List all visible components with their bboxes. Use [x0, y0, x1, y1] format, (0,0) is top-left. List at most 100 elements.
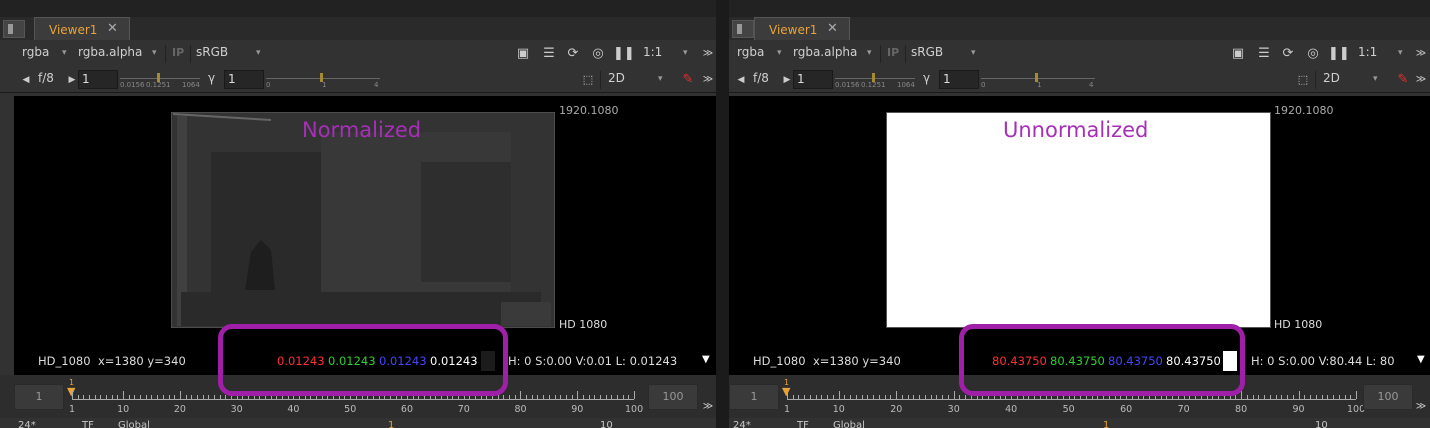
collapse-icon[interactable]: ≫ [700, 46, 716, 62]
timeline-tick [588, 395, 590, 399]
timeline-tick [821, 395, 823, 399]
exposure-toolbar: ◀ f/8 ▶ 1 0.0156 0.1251 1064 γ 1 0 1 4 ⬚… [0, 67, 716, 93]
gamma-label: γ [208, 71, 216, 85]
fstop-label[interactable]: f/8 [753, 71, 769, 89]
tab-viewer1[interactable]: Viewer1 ✕ [754, 17, 850, 40]
in-point-field[interactable]: 1 [14, 384, 64, 410]
refresh-icon[interactable]: ⟳ [1280, 46, 1296, 62]
ip-button[interactable]: IP [887, 46, 899, 59]
time-mode-dropdown[interactable]: TF [82, 420, 94, 428]
pause-icon[interactable]: ❚❚ [613, 46, 635, 62]
timeline-tick [531, 395, 533, 399]
fps-dropdown[interactable]: 24* [733, 420, 751, 428]
gamma-input[interactable]: 1 [224, 70, 264, 89]
list-icon[interactable]: ☰ [541, 46, 557, 62]
slider-track [120, 78, 200, 79]
target-icon[interactable]: ◎ [590, 46, 606, 62]
info-menu-icon[interactable]: ▼ [702, 354, 710, 365]
out-point-field[interactable]: 100 [648, 384, 698, 410]
timeline-label: 20 [173, 404, 186, 415]
timeline-tick [1292, 395, 1294, 399]
zoom-dropdown[interactable]: 1:1 ▾ [1358, 45, 1406, 63]
gamma-slider[interactable]: 0 1 4 [981, 70, 1095, 91]
target-icon[interactable]: ◎ [1305, 46, 1321, 62]
channel-select-dropdown[interactable]: rgba.alpha ▾ [793, 45, 875, 63]
channels-dropdown[interactable]: rgba ▾ [737, 45, 785, 63]
timeline-tick [1310, 395, 1312, 399]
viewer-lut-dropdown[interactable]: sRGB ▾ [196, 45, 266, 63]
frame-field[interactable]: 1 [388, 420, 394, 428]
time-mode-dropdown[interactable]: TF [797, 420, 809, 428]
gain-slider[interactable]: 0.0156 0.1251 1064 [120, 70, 200, 91]
timeline-tick [861, 395, 863, 399]
timeline-tick [1333, 395, 1334, 399]
range-dropdown[interactable]: Global [833, 420, 865, 428]
gain-input[interactable]: 1 [78, 70, 118, 89]
viewer-pane-left: Viewer1 ✕ rgba ▾ rgba.alpha ▾ IP sRGB ▾ ▣ ☰… [0, 0, 716, 428]
step-field[interactable]: 10 [1315, 420, 1328, 428]
monitor-icon[interactable]: ▣ [515, 46, 531, 62]
list-icon[interactable]: ☰ [1256, 46, 1272, 62]
roi-icon[interactable]: ⬚ [1295, 72, 1311, 88]
collapse-icon[interactable]: ≫ [700, 72, 716, 88]
timeline-label: 50 [344, 404, 357, 415]
chevron-down-icon: ▾ [683, 48, 688, 58]
pause-icon[interactable]: ❚❚ [1328, 46, 1350, 62]
close-icon[interactable]: ✕ [827, 21, 838, 36]
hsvl-readout: H: 0 S:0.00 V:0.01 L: 0.01243 [508, 354, 678, 368]
collapse-icon[interactable]: ≫ [700, 399, 716, 415]
in-point-field[interactable]: 1 [729, 384, 779, 410]
info-menu-icon[interactable]: ▼ [1417, 354, 1425, 365]
gain-input[interactable]: 1 [793, 70, 833, 89]
tab-viewer1[interactable]: Viewer1 ✕ [34, 17, 130, 40]
tick-label: 0 [981, 81, 986, 89]
timeline-tick [219, 395, 221, 399]
timeline-tick [1252, 395, 1254, 399]
out-point-field[interactable]: 100 [1363, 384, 1413, 410]
paint-icon[interactable]: ✎ [680, 72, 696, 88]
pane-menu-icon[interactable] [3, 20, 25, 38]
channels-dropdown[interactable]: rgba ▾ [22, 45, 70, 63]
monitor-icon[interactable]: ▣ [1230, 46, 1246, 62]
paint-icon[interactable]: ✎ [1395, 72, 1411, 88]
timeline-tick [1235, 395, 1237, 399]
close-icon[interactable]: ✕ [107, 21, 118, 36]
fstop-label[interactable]: f/8 [38, 71, 54, 89]
viewer-lut-dropdown[interactable]: sRGB ▾ [911, 45, 981, 63]
view-mode-value: 2D [1323, 71, 1340, 85]
timeline-label: 60 [1120, 404, 1133, 415]
timeline-tick [804, 395, 806, 399]
gamma-slider[interactable]: 0 1 4 [266, 70, 380, 91]
view-mode-dropdown[interactable]: 2D ▾ [608, 71, 666, 89]
arrow-left-icon[interactable]: ◀ [733, 72, 749, 88]
timeline-tick [792, 395, 794, 399]
zoom-dropdown[interactable]: 1:1 ▾ [643, 45, 691, 63]
timeline-tick [526, 395, 528, 399]
gain-slider[interactable]: 0.0156 0.1251 1064 [835, 70, 915, 91]
annotation-label: Unnormalized [1003, 118, 1149, 142]
viewer-canvas[interactable]: 1920.1080 HD 1080 Unnormalized [729, 96, 1430, 347]
collapse-icon[interactable]: ≫ [1413, 46, 1429, 62]
gamma-input[interactable]: 1 [939, 70, 979, 89]
depth-image [171, 112, 555, 328]
timeline-tick [208, 395, 210, 399]
timeline-label: 70 [457, 404, 470, 415]
range-dropdown[interactable]: Global [118, 420, 150, 428]
step-field[interactable]: 10 [600, 420, 613, 428]
tick-label: 0.1251 [861, 81, 886, 89]
frame-field[interactable]: 1 [1103, 420, 1109, 428]
fps-dropdown[interactable]: 24* [18, 420, 36, 428]
timeline-tick [174, 395, 176, 399]
channel-select-dropdown[interactable]: rgba.alpha ▾ [78, 45, 160, 63]
view-mode-dropdown[interactable]: 2D ▾ [1323, 71, 1381, 89]
ip-button[interactable]: IP [172, 46, 184, 59]
roi-icon[interactable]: ⬚ [580, 72, 596, 88]
arrow-left-icon[interactable]: ◀ [18, 72, 34, 88]
refresh-icon[interactable]: ⟳ [565, 46, 581, 62]
collapse-icon[interactable]: ≫ [1413, 399, 1429, 415]
timeline-tick [901, 395, 903, 399]
collapse-icon[interactable]: ≫ [1413, 72, 1429, 88]
timeline-label: 70 [1177, 404, 1190, 415]
pane-menu-icon[interactable] [732, 20, 754, 38]
viewer-canvas[interactable]: 1920.1080 HD 1080 Normalized [14, 96, 716, 347]
